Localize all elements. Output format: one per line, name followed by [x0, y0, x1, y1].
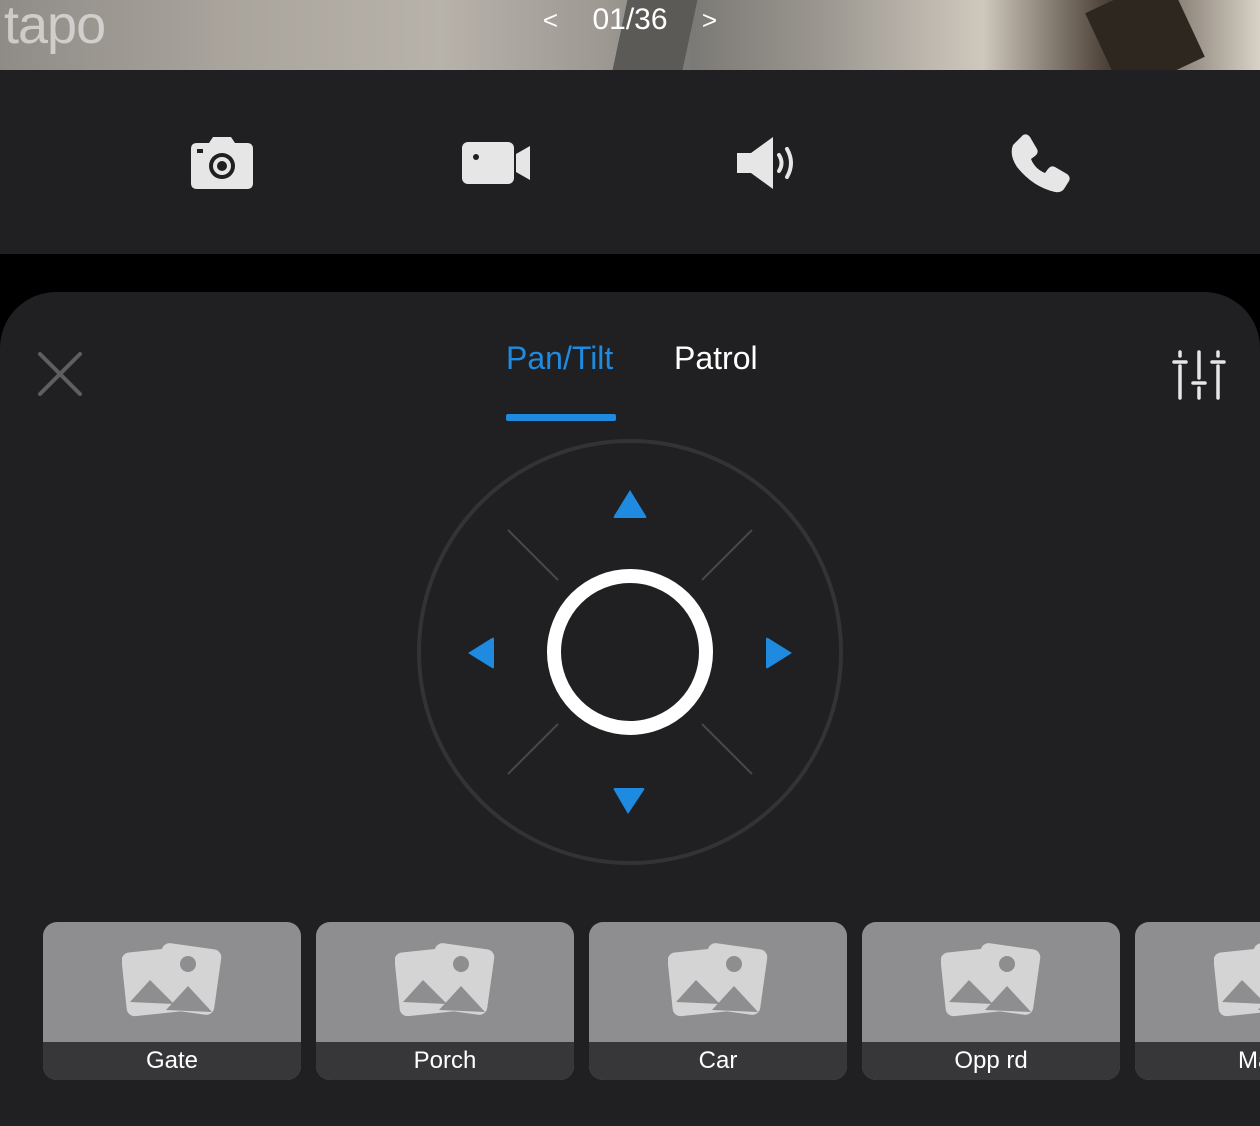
speaker-icon	[737, 137, 793, 189]
preset-label: Main	[1135, 1042, 1260, 1080]
record-button[interactable]	[462, 128, 532, 198]
camera-feed[interactable]: tapo < 01/36 >	[0, 0, 1260, 70]
phone-icon	[1011, 134, 1070, 193]
sliders-icon[interactable]	[1172, 348, 1226, 402]
next-feed-button[interactable]: >	[676, 5, 743, 36]
control-toolbar	[0, 70, 1260, 254]
feed-counter-text: 01/36	[592, 3, 668, 37]
preset-thumbnail	[1135, 922, 1260, 1040]
preset-label: Gate	[43, 1042, 301, 1080]
preset-card[interactable]: Car	[589, 922, 847, 1080]
ptz-control-sheet: Pan/Tilt Patrol Gate Porch Car Opp rd M	[0, 292, 1260, 1126]
direction-pad	[417, 439, 843, 865]
tab-patrol[interactable]: Patrol	[674, 340, 758, 377]
close-icon[interactable]	[36, 350, 84, 398]
preset-list: Gate Porch Car Opp rd M	[0, 922, 1260, 1082]
image-placeholder-icon	[668, 943, 768, 1017]
speaker-button[interactable]	[732, 128, 802, 198]
preset-label: Car	[589, 1042, 847, 1080]
camera-icon	[191, 137, 253, 189]
image-placeholder-icon	[941, 943, 1041, 1017]
talk-button[interactable]	[1006, 128, 1076, 198]
feed-counter: < 01/36 >	[0, 2, 1260, 37]
active-tab-indicator	[506, 414, 616, 421]
preset-card[interactable]: Gate	[43, 922, 301, 1080]
preset-thumbnail	[316, 922, 574, 1040]
prev-feed-button[interactable]: <	[517, 5, 584, 36]
image-placeholder-icon	[122, 943, 222, 1017]
preset-thumbnail	[862, 922, 1120, 1040]
tab-pan-tilt[interactable]: Pan/Tilt	[506, 340, 613, 377]
preset-label: Opp rd	[862, 1042, 1120, 1080]
preset-card[interactable]: Opp rd	[862, 922, 1120, 1080]
image-placeholder-icon	[395, 943, 495, 1017]
preset-thumbnail	[589, 922, 847, 1040]
preset-card[interactable]: Porch	[316, 922, 574, 1080]
snapshot-button[interactable]	[187, 128, 257, 198]
preset-card[interactable]: Main	[1135, 922, 1260, 1080]
image-placeholder-icon	[1214, 943, 1260, 1017]
preset-label: Porch	[316, 1042, 574, 1080]
video-camera-icon	[462, 142, 530, 184]
preset-thumbnail	[43, 922, 301, 1040]
